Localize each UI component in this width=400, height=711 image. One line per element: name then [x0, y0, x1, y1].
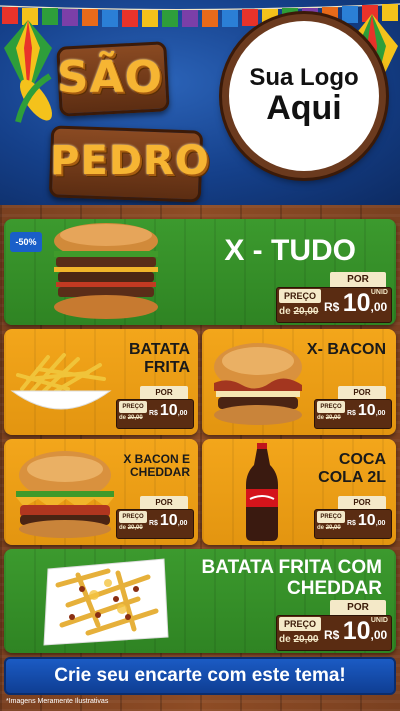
old-price-value: 20,00 — [325, 525, 341, 531]
old-price-value: 20,00 — [293, 634, 319, 645]
price-dec: ,00 — [370, 300, 388, 314]
old-price: de 20,00 — [279, 306, 318, 317]
de-prefix: de — [317, 415, 325, 421]
price-tag: POR PREÇO de 20,00 R$ 10,00 UNID — [276, 600, 392, 651]
preco-label: PREÇO — [279, 617, 321, 631]
old-price-value: 20,00 — [325, 415, 341, 421]
price-tag: POR PREÇO de 20,00 R$ 10,00 — [116, 386, 194, 429]
product-name: COCA COLA 2L — [318, 451, 386, 486]
de-prefix: de — [119, 525, 127, 531]
price-dec: ,00 — [177, 410, 188, 417]
de-prefix: de — [317, 525, 325, 531]
cola-bottle-icon — [246, 443, 278, 541]
old-price: de 20,00 — [279, 634, 318, 645]
currency: R$ — [324, 300, 340, 314]
preco-label: PREÇO — [317, 511, 345, 523]
product-name: X BACON E CHEDDAR — [123, 452, 190, 480]
discount-badge: -50% — [10, 232, 42, 252]
de-prefix: de — [279, 634, 291, 645]
por-label: POR — [140, 496, 188, 509]
product-card-batata-cheddar[interactable]: BATATA FRITA COM CHEDDAR POR PREÇO de 20… — [4, 549, 396, 653]
por-label: POR — [338, 386, 386, 399]
product-card-x-bacon[interactable]: X- BACON POR PREÇO de 20,00 R$ 10,00 — [202, 329, 396, 435]
unid-label: UNID — [370, 289, 388, 296]
por-label: POR — [330, 600, 386, 615]
price-int: 10 — [357, 512, 376, 529]
festa-junina-header: SÃO PEDRO Sua Logo Aqui — [0, 0, 400, 205]
create-flyer-button[interactable]: Crie seu encarte com este tema! — [4, 657, 396, 695]
price-tag: POR PREÇO de 20,00 R$ 10,00 — [314, 496, 392, 539]
fries-bowl-icon — [10, 353, 112, 410]
title-pedro: PEDRO — [50, 138, 210, 184]
product-card-coca-cola[interactable]: COCA COLA 2L POR PREÇO de 20,00 R$ 10,00 — [202, 439, 396, 545]
currency: R$ — [347, 520, 356, 527]
footnote: *Imagens Meramente Ilustrativas — [6, 698, 109, 705]
old-price: de 20,00 — [317, 415, 341, 421]
por-label: POR — [140, 386, 188, 399]
price-tag: POR PREÇO de 20,00 R$ 10,00 — [314, 386, 392, 429]
preco-label: PREÇO — [279, 289, 321, 303]
old-price-value: 20,00 — [293, 306, 319, 317]
old-price: de 20,00 — [317, 525, 341, 531]
price-int: 10 — [342, 617, 371, 645]
price-int: 10 — [159, 402, 178, 419]
price-int: 10 — [159, 512, 178, 529]
logo-text-line1: Sua Logo — [249, 63, 359, 91]
product-card-batata-frita[interactable]: BATATA FRITA POR PREÇO de 20,00 R$ 10,00 — [4, 329, 198, 435]
price-int: 10 — [357, 402, 376, 419]
preco-label: PREÇO — [317, 401, 345, 413]
currency: R$ — [324, 628, 340, 642]
sao-pedro-sign: SÃO PEDRO — [48, 40, 210, 205]
price-tag: POR PREÇO de 20,00 R$ 10,00 — [116, 496, 194, 539]
old-price: de 20,00 — [119, 415, 143, 421]
currency: R$ — [347, 410, 356, 417]
product-card-x-bacon-cheddar[interactable]: X BACON E CHEDDAR POR PREÇO de 20,00 R$ … — [4, 439, 198, 545]
product-name: BATATA FRITA COM CHEDDAR — [201, 557, 382, 600]
bacon-burger-icon — [214, 343, 302, 425]
old-price-value: 20,00 — [127, 415, 143, 421]
unid-label: UNID — [370, 617, 388, 624]
fries-cheddar-icon — [43, 558, 169, 646]
product-name: BATATA FRITA — [128, 341, 190, 376]
de-prefix: de — [119, 415, 127, 421]
por-label: POR — [330, 272, 386, 287]
logo-placeholder[interactable]: Sua Logo Aqui — [222, 14, 386, 178]
new-price: R$ 10,00 — [347, 402, 385, 420]
por-label: POR — [338, 496, 386, 509]
price-dec: ,00 — [375, 520, 386, 527]
price-int: 10 — [342, 289, 371, 317]
product-name: X - TUDO — [224, 234, 356, 267]
price-dec: ,00 — [370, 628, 388, 642]
new-price: R$ 10,00 — [149, 512, 187, 530]
price-dec: ,00 — [375, 410, 386, 417]
old-price: de 20,00 — [119, 525, 143, 531]
preco-label: PREÇO — [119, 511, 147, 523]
new-price: R$ 10,00 — [149, 402, 187, 420]
new-price: R$ 10,00 — [347, 512, 385, 530]
preco-label: PREÇO — [119, 401, 147, 413]
price-dec: ,00 — [177, 520, 188, 527]
flyer: SÃO PEDRO Sua Logo Aqui -50% X - TUDO PO… — [0, 0, 400, 711]
currency: R$ — [149, 410, 158, 417]
currency: R$ — [149, 520, 158, 527]
product-card-x-tudo[interactable]: X - TUDO POR PREÇO de 20,00 R$ 10,00 UNI… — [4, 219, 396, 325]
cheddar-burger-icon — [16, 451, 114, 538]
product-name: X- BACON — [306, 341, 386, 358]
logo-text-line2: Aqui — [266, 89, 342, 128]
old-price-value: 20,00 — [127, 525, 143, 531]
title-sao: SÃO — [56, 52, 164, 103]
price-tag: POR PREÇO de 20,00 R$ 10,00 UNID — [276, 272, 392, 323]
de-prefix: de — [279, 306, 291, 317]
